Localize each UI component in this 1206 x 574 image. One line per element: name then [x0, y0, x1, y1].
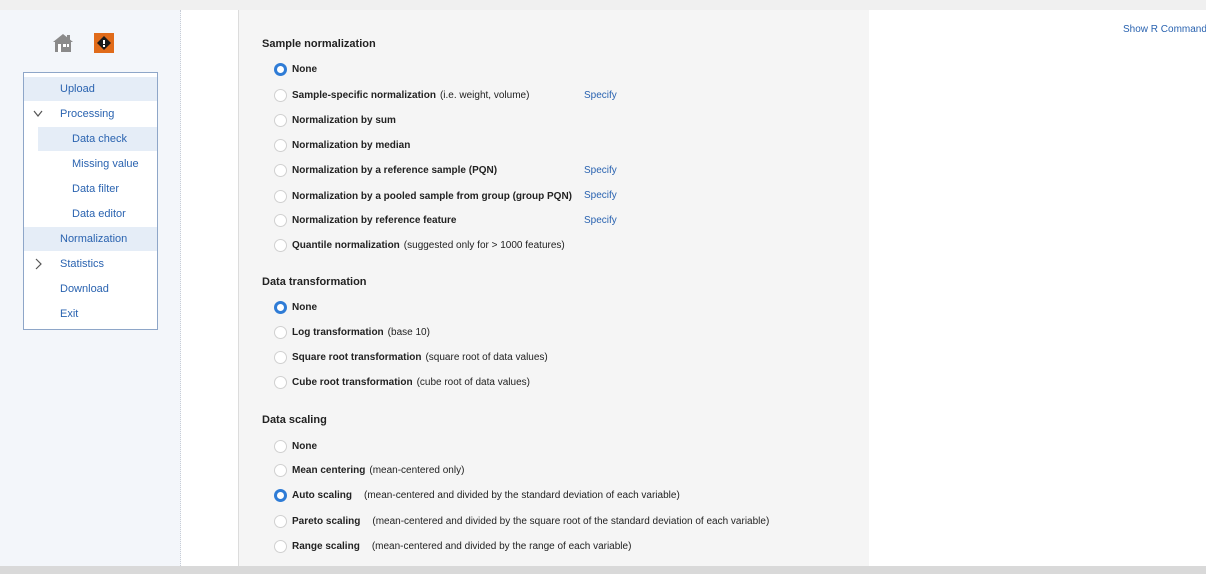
radio-button[interactable] — [274, 375, 287, 389]
radio-button[interactable] — [274, 300, 287, 314]
radio-button[interactable] — [274, 539, 287, 553]
option-name: Normalization by a pooled sample from gr… — [292, 190, 573, 202]
radio-option-scale-none[interactable]: None — [274, 436, 317, 456]
radio-option-scale-range[interactable]: Range scaling (mean-centered and divided… — [274, 536, 631, 556]
radio-option-scale-pareto[interactable]: Pareto scaling (mean-centered and divide… — [274, 511, 769, 531]
option-name: None — [292, 440, 317, 452]
option-description: (mean-centered and divided by the range … — [371, 540, 632, 552]
radio-button[interactable] — [274, 325, 287, 339]
option-description: (base 10) — [387, 326, 430, 338]
option-name: Normalization by a reference sample (PQN… — [292, 164, 498, 176]
option-description: (square root of data values) — [425, 351, 548, 363]
home-icon[interactable] — [52, 32, 74, 54]
option-name: Normalization by median — [292, 139, 411, 151]
option-description: (cube root of data values) — [416, 376, 530, 388]
radio-option-norm-pqn[interactable]: Normalization by a reference sample (PQN… — [274, 160, 497, 180]
right-panel — [869, 10, 1206, 568]
radio-option-trans-cbrt[interactable]: Cube root transformation (cube root of d… — [274, 372, 530, 392]
radio-button[interactable] — [274, 138, 287, 152]
option-description: (mean-centered and divided by the standa… — [364, 489, 680, 501]
option-name: Mean centering — [292, 464, 366, 476]
nav-item-label: Exit — [60, 308, 79, 320]
option-description: (i.e. weight, volume) — [439, 89, 530, 101]
option-name: Pareto scaling — [292, 515, 361, 527]
option-name: Normalization by sum — [292, 114, 396, 126]
radio-option-trans-none[interactable]: None — [274, 297, 317, 317]
nav-item-label: Statistics — [60, 258, 105, 270]
show-r-command-link[interactable]: Show R Command — [1123, 24, 1206, 35]
top-strip — [0, 0, 1206, 10]
specify-link-ref-feature[interactable]: Specify — [584, 215, 617, 226]
gutter — [181, 10, 238, 568]
section-title-sample-normalization: Sample normalization — [262, 38, 376, 50]
nav-item-label: Data editor — [72, 208, 126, 220]
radio-option-norm-median[interactable]: Normalization by median — [274, 135, 410, 155]
radio-button[interactable] — [274, 163, 287, 177]
radio-button[interactable] — [274, 463, 287, 477]
nav-item-upload[interactable]: Upload — [24, 77, 157, 101]
sidebar-header — [52, 32, 114, 54]
radio-button[interactable] — [274, 350, 287, 364]
chevron-right-icon — [35, 258, 42, 270]
nav-item-label: Missing value — [72, 158, 139, 170]
option-name: Range scaling — [292, 540, 360, 552]
section-title-data-scaling: Data scaling — [262, 414, 327, 426]
radio-button[interactable] — [274, 88, 287, 102]
nav-item-data-filter[interactable]: Data filter — [24, 177, 157, 201]
option-name: Quantile normalization — [292, 239, 400, 251]
nav-item-label: Normalization — [60, 233, 128, 245]
radio-option-trans-log[interactable]: Log transformation (base 10) — [274, 322, 430, 342]
nav-item-statistics[interactable]: Statistics — [24, 252, 157, 276]
nav-item-data-editor[interactable]: Data editor — [24, 202, 157, 226]
nav-item-label: Data filter — [72, 183, 120, 195]
option-name: Cube root transformation — [292, 376, 413, 388]
nav-item-normalization[interactable]: Normalization — [24, 227, 157, 251]
nav-item-label: Processing — [60, 108, 115, 120]
radio-option-norm-none[interactable]: None — [274, 59, 317, 79]
option-name: Log transformation — [292, 326, 384, 338]
radio-button[interactable] — [274, 514, 287, 528]
option-description: (mean-centered and divided by the square… — [372, 515, 770, 527]
radio-option-norm-group-pqn[interactable]: Normalization by a pooled sample from gr… — [274, 186, 572, 206]
specify-link-group-pqn[interactable]: Specify — [584, 190, 617, 201]
bottom-bar — [0, 566, 1206, 574]
nav-item-download[interactable]: Download — [24, 277, 157, 301]
nav-item-data-check[interactable]: Data check — [38, 127, 157, 151]
option-description: (mean-centered only) — [369, 464, 465, 476]
radio-option-scale-mean[interactable]: Mean centering (mean-centered only) — [274, 460, 464, 480]
option-description: (suggested only for > 1000 features) — [403, 239, 565, 251]
nav-item-exit[interactable]: Exit — [24, 302, 157, 326]
radio-button[interactable] — [274, 113, 287, 127]
option-name: Auto scaling — [292, 489, 353, 501]
option-name: Sample-specific normalization — [292, 89, 436, 101]
sidebar-nav: Upload Processing Data check Missing val… — [23, 72, 158, 330]
nav-item-label: Upload — [60, 83, 95, 95]
nav-item-label: Download — [60, 283, 109, 295]
radio-button[interactable] — [274, 62, 287, 76]
radio-button[interactable] — [274, 488, 287, 502]
section-title-data-transformation: Data transformation — [262, 276, 367, 288]
specify-link-sample-specific[interactable]: Specify — [584, 90, 617, 101]
option-name: Normalization by reference feature — [292, 214, 457, 226]
radio-button[interactable] — [274, 439, 287, 453]
specify-link-pqn[interactable]: Specify — [584, 165, 617, 176]
option-name: None — [292, 63, 317, 75]
radio-button[interactable] — [274, 238, 287, 252]
nav-item-label: Data check — [72, 133, 128, 145]
option-name: None — [292, 301, 317, 313]
radio-option-norm-sum[interactable]: Normalization by sum — [274, 110, 396, 130]
chevron-down-icon — [33, 110, 43, 117]
radio-option-scale-auto[interactable]: Auto scaling (mean-centered and divided … — [274, 485, 680, 505]
radio-option-sample-specific[interactable]: Sample-specific normalization (i.e. weig… — [274, 85, 529, 105]
nav-item-processing[interactable]: Processing — [24, 102, 157, 126]
radio-option-norm-quantile[interactable]: Quantile normalization (suggested only f… — [274, 235, 565, 255]
radio-option-norm-ref-feature[interactable]: Normalization by reference feature — [274, 210, 457, 230]
radio-button[interactable] — [274, 213, 287, 227]
option-name: Square root transformation — [292, 351, 422, 363]
radio-option-trans-sqrt[interactable]: Square root transformation (square root … — [274, 347, 548, 367]
help-icon[interactable] — [94, 33, 114, 53]
nav-item-missing-value[interactable]: Missing value — [24, 152, 157, 176]
radio-button[interactable] — [274, 189, 287, 203]
